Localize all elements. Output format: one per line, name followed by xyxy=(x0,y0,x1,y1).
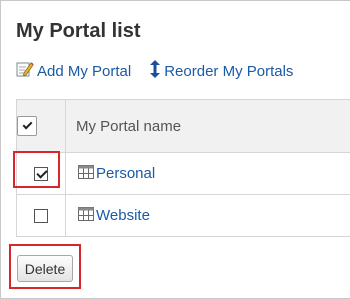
portal-table: My Portal name Personal Website xyxy=(16,99,350,237)
portal-link-website[interactable]: Website xyxy=(78,206,150,225)
add-my-portal-link[interactable]: Add My Portal xyxy=(16,60,131,82)
vertical-arrows-icon xyxy=(149,60,161,82)
portal-name: Website xyxy=(96,207,150,224)
row-checkbox-cell xyxy=(16,152,66,195)
edit-pencil-icon xyxy=(16,60,34,82)
select-all-cell xyxy=(16,99,66,153)
portal-name: Personal xyxy=(96,165,156,182)
select-all-checkbox[interactable] xyxy=(17,116,37,136)
portal-name-cell: Website xyxy=(65,194,350,237)
portal-grid-icon xyxy=(78,164,94,183)
row-checkbox-cell xyxy=(16,194,66,237)
portal-name-header: My Portal name xyxy=(65,99,350,153)
reorder-my-portals-link[interactable]: Reorder My Portals xyxy=(149,60,293,82)
delete-button[interactable]: Delete xyxy=(17,255,73,282)
add-my-portal-label: Add My Portal xyxy=(37,62,132,80)
table-header-row: My Portal name xyxy=(16,99,350,153)
portal-grid-icon xyxy=(78,206,94,225)
check-icon xyxy=(22,119,32,130)
portal-name-cell: Personal xyxy=(65,152,350,195)
page-title: My Portal list xyxy=(16,20,141,42)
portal-link-personal[interactable]: Personal xyxy=(78,164,156,183)
table-row: Personal xyxy=(16,152,350,195)
row-checkbox[interactable] xyxy=(34,209,48,224)
reorder-my-portals-label: Reorder My Portals xyxy=(164,62,294,80)
row-checkbox[interactable] xyxy=(34,167,48,182)
table-row: Website xyxy=(16,194,350,237)
toolbar: Add My Portal Reorder My Portals xyxy=(16,60,293,82)
